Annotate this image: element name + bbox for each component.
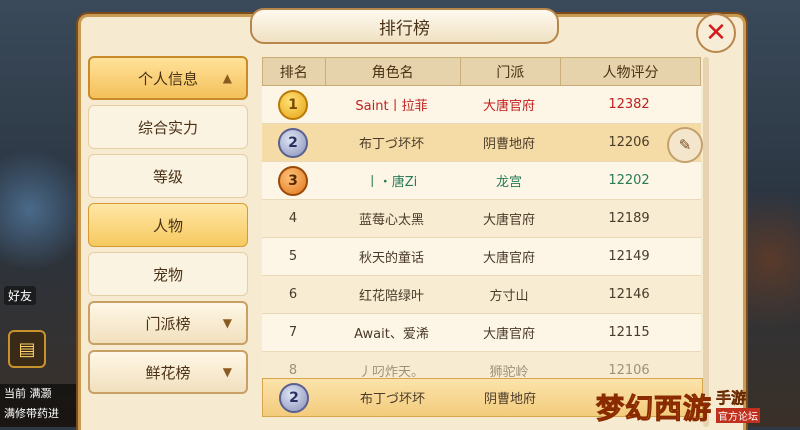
nav-level[interactable]: 等级: [88, 154, 248, 198]
player-name: 丨・唐Zi: [365, 175, 418, 190]
chat-channel-2: 满灏: [29, 387, 52, 400]
logo-main-text: 梦幻西游: [595, 392, 713, 426]
table-row[interactable]: 5 秋天的童话 大唐官府 12149: [262, 238, 701, 276]
table-row[interactable]: 1 Saint丨拉菲 大唐官府 12382: [262, 86, 701, 124]
chat-icon[interactable]: ▤: [8, 330, 46, 368]
player-sect: 大唐官府: [482, 99, 535, 114]
category-nav: 个人信息 ▲ 综合实力 等级 人物 宠物 门派榜 ▼ 鲜花榜 ▼: [88, 56, 250, 399]
table-header: 排名 角色名 门派 人物评分: [262, 57, 701, 86]
edit-icon[interactable]: ✎: [667, 127, 703, 163]
player-sect: 大唐官府: [482, 213, 535, 228]
nav-sect-rank-label: 门派榜: [145, 314, 191, 333]
player-score: 12189: [608, 211, 650, 226]
header-score: 人物评分: [602, 64, 659, 81]
player-name: Saint丨拉菲: [355, 99, 428, 114]
nav-overall-strength[interactable]: 综合实力: [88, 105, 248, 149]
table-row[interactable]: 2 布丁づ坏坏 阴曹地府 12206: [262, 124, 701, 162]
nav-sect-rank[interactable]: 门派榜 ▼: [88, 301, 248, 345]
player-score: 12115: [608, 325, 650, 340]
gold-medal-icon: 1: [278, 89, 308, 120]
player-rank: 5: [288, 249, 298, 264]
header-sect: 门派: [461, 58, 561, 85]
hud-friends-label[interactable]: 好友: [4, 286, 37, 305]
player-name: 蓝莓心太黑: [358, 213, 424, 228]
player-score: 12382: [608, 97, 650, 112]
my-sect: 阴曹地府: [483, 392, 536, 407]
table-row[interactable]: 7 Await、爱浠 大唐官府 12115: [262, 314, 701, 352]
ranking-table: 排名 角色名 门派 人物评分 1 Saint丨拉菲 大唐官府 12382 2 布…: [262, 57, 701, 390]
player-name: 红花陪绿叶: [358, 289, 424, 304]
header-name: 角色名: [326, 58, 461, 85]
logo-tag-text: 官方论坛: [716, 408, 761, 423]
panel-title: 排行榜: [250, 8, 559, 44]
table-row[interactable]: 3 丨・唐Zi 龙宫 12202: [262, 162, 701, 200]
nav-character[interactable]: 人物: [88, 203, 248, 247]
chevron-down-icon: ▼: [222, 365, 232, 379]
player-sect: 阴曹地府: [482, 137, 535, 152]
nav-flower-rank-label: 鲜花榜: [145, 363, 191, 382]
player-score: 12146: [608, 287, 650, 302]
table-row[interactable]: 4 蓝莓心太黑 大唐官府 12189: [262, 200, 701, 238]
chevron-up-icon: ▲: [222, 71, 232, 85]
nav-personal-info[interactable]: 个人信息 ▲: [88, 56, 248, 100]
nav-flower-rank[interactable]: 鲜花榜 ▼: [88, 350, 248, 394]
player-sect: 大唐官府: [482, 251, 535, 266]
chat-line: 满修带药进: [4, 407, 59, 420]
silver-medal-icon: 2: [279, 382, 309, 413]
player-score: 12202: [608, 173, 650, 188]
nav-pet[interactable]: 宠物: [88, 252, 248, 296]
header-rank: 排名: [263, 58, 326, 85]
close-icon[interactable]: ✕: [696, 13, 736, 53]
player-sect: 方寸山: [489, 289, 529, 304]
chevron-down-icon: ▼: [222, 316, 232, 330]
player-rank: 4: [288, 211, 298, 226]
table-row[interactable]: 6 红花陪绿叶 方寸山 12146: [262, 276, 701, 314]
player-score: 12149: [608, 249, 650, 264]
my-name: 布丁づ坏坏: [359, 392, 425, 407]
player-name: 秋天的童话: [358, 251, 424, 266]
chat-box[interactable]: 当前 满灏 满修带药进: [0, 384, 80, 427]
player-sect: 龙宫: [495, 175, 522, 190]
silver-medal-icon: 2: [278, 127, 308, 158]
chat-channel: 当前: [4, 387, 26, 400]
player-name: Await、爱浠: [354, 327, 429, 342]
player-name: 布丁づ坏坏: [358, 137, 424, 152]
logo-sub-text: 手游: [716, 389, 747, 408]
player-rank: 6: [288, 287, 298, 302]
game-logo-watermark: 梦幻西游 手游 官方论坛: [595, 370, 800, 427]
bronze-medal-icon: 3: [278, 165, 308, 196]
nav-personal-info-label: 个人信息: [137, 69, 198, 88]
hud-left: 好友 ▤ 当前 满灏 满修带药进: [0, 0, 80, 427]
player-rank: 7: [288, 325, 298, 340]
player-sect: 大唐官府: [482, 327, 535, 342]
